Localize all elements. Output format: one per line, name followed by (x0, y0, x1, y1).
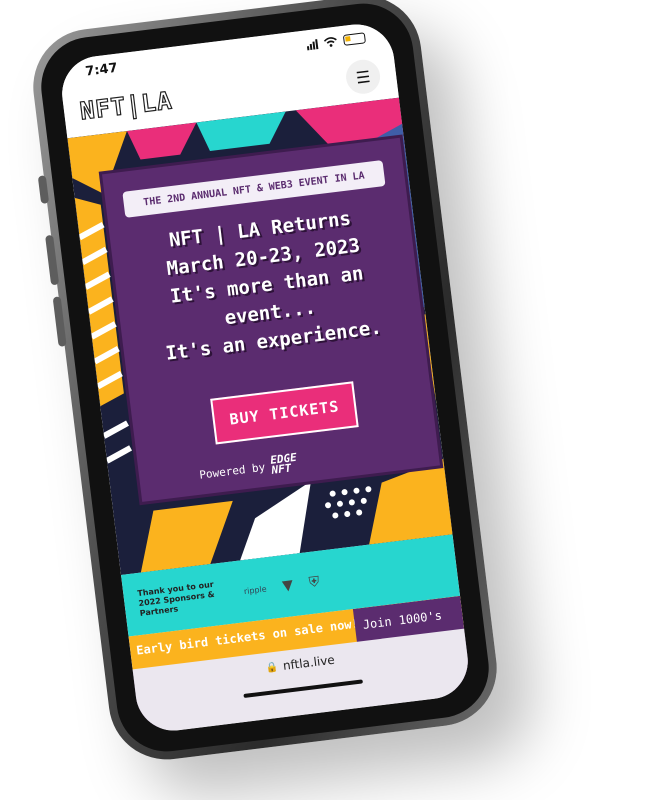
buy-tickets-button[interactable]: BUY TICKETS (210, 381, 359, 445)
powered-by: Powered by EDGE NFT (198, 451, 299, 485)
lock-icon: 🔒 (265, 661, 279, 674)
url-text: nftla.live (282, 652, 336, 673)
nftla-logo[interactable]: NFT|LA (78, 86, 175, 126)
volume-down-button (52, 296, 67, 347)
url-display[interactable]: 🔒 nftla.live (265, 652, 336, 675)
powered-by-label: Powered by (198, 460, 266, 482)
volume-up-button (45, 234, 60, 286)
warner-bros-shield-icon[interactable]: ⛨ (308, 574, 320, 591)
battery-icon (342, 31, 366, 46)
hero-section: THE 2ND ANNUAL NFT & WEB3 EVENT IN LA NF… (67, 97, 453, 576)
screen: 7:47 NFT|LA ☰ THE 2ND ANNUAL NFT & WEB3 … (57, 20, 473, 735)
hero-headline: NFT | LA Returns March 20-23, 2023 It's … (119, 199, 414, 372)
status-icons (306, 31, 366, 50)
hamburger-icon: ☰ (354, 66, 372, 88)
ripple-logo[interactable]: ripple (243, 584, 267, 596)
home-indicator[interactable] (243, 679, 364, 698)
edge-nft-logo-line2: NFT (270, 461, 293, 477)
edge-nft-logo[interactable]: EDGE NFT (270, 451, 299, 477)
sponsors-thanks-text: Thank you to our 2022 Sponsors & Partner… (136, 579, 216, 618)
phone-frame: 7:47 NFT|LA ☰ THE 2ND ANNUAL NFT & WEB3 … (26, 0, 504, 767)
menu-button[interactable]: ☰ (344, 57, 383, 96)
cellular-signal-icon (306, 38, 319, 50)
phone-bezel: 7:47 NFT|LA ☰ THE 2ND ANNUAL NFT & WEB3 … (35, 0, 495, 758)
action-button (37, 175, 50, 204)
hero-card: THE 2ND ANNUAL NFT & WEB3 EVENT IN LA NF… (102, 137, 441, 502)
metamask-fox-icon[interactable]: ▼ (281, 577, 294, 594)
wifi-icon (323, 36, 337, 47)
status-time: 7:47 (84, 60, 119, 80)
